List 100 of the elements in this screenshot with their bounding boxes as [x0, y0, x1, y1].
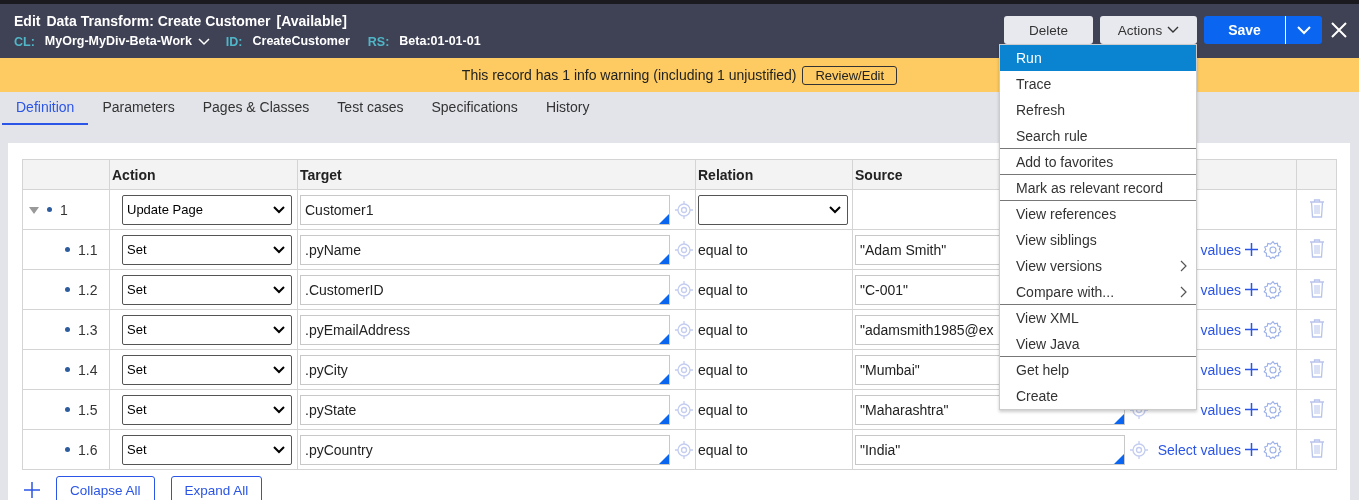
- delete-button[interactable]: Delete: [1004, 16, 1093, 44]
- crosshair-icon[interactable]: [675, 440, 693, 459]
- settings-icon[interactable]: [1263, 239, 1283, 260]
- settings-icon[interactable]: [1263, 359, 1283, 380]
- target-field[interactable]: .pyName: [300, 234, 670, 265]
- trash-icon[interactable]: [1308, 278, 1325, 298]
- bullet-icon: [65, 407, 70, 412]
- meta-label: CL:: [14, 34, 35, 49]
- action-select[interactable]: Set: [122, 274, 292, 305]
- relation-select[interactable]: [698, 194, 848, 225]
- warning-text: This record has 1 info warning (including 1 unjustified): [461, 67, 797, 83]
- tab[interactable]: Parameters: [88, 92, 189, 125]
- trash-icon[interactable]: [1308, 198, 1325, 218]
- review-edit-button[interactable]: Review/Edit: [802, 65, 898, 85]
- select-values-link[interactable]: values: [1200, 321, 1241, 338]
- tab[interactable]: History: [531, 92, 604, 125]
- outline-button[interactable]: Expand All: [170, 476, 263, 500]
- relation-text: equal to: [698, 401, 748, 418]
- trash-icon[interactable]: [1308, 318, 1325, 338]
- select-values-link[interactable]: values: [1200, 401, 1241, 418]
- crosshair-icon[interactable]: [675, 400, 693, 419]
- plus-icon[interactable]: [1245, 403, 1258, 416]
- menu-item[interactable]: View Java: [1000, 331, 1196, 357]
- chevron-down-icon[interactable]: [197, 37, 210, 46]
- relation-text: equal to: [698, 361, 748, 378]
- rule-title: Data Transform: Create Customer: [46, 13, 271, 29]
- bullet-icon: [65, 327, 70, 332]
- plus-icon[interactable]: [1245, 363, 1258, 376]
- target-field[interactable]: .pyCountry: [300, 434, 670, 465]
- trash-icon[interactable]: [1308, 398, 1325, 418]
- crosshair-icon[interactable]: [675, 360, 693, 379]
- menu-item[interactable]: Run: [1000, 45, 1196, 71]
- select-values-link[interactable]: Select values: [1157, 441, 1241, 458]
- action-select[interactable]: Set: [122, 394, 292, 425]
- crosshair-icon[interactable]: [675, 320, 693, 339]
- target-field[interactable]: .pyCity: [300, 354, 670, 385]
- menu-item[interactable]: Mark as relevant record: [1000, 175, 1196, 201]
- outline-button[interactable]: Collapse All: [56, 476, 155, 500]
- settings-icon[interactable]: [1263, 399, 1283, 420]
- select-values-link[interactable]: values: [1200, 281, 1241, 298]
- action-select[interactable]: Set: [122, 314, 292, 345]
- settings-icon[interactable]: [1263, 279, 1283, 300]
- caret-icon: [273, 405, 285, 414]
- target-field[interactable]: .pyState: [300, 394, 670, 425]
- crosshair-icon[interactable]: [1130, 440, 1148, 459]
- bullet-icon: [65, 247, 70, 252]
- tab[interactable]: Definition: [2, 92, 89, 125]
- bullet-icon: [47, 207, 52, 212]
- target-field[interactable]: .CustomerID: [300, 274, 670, 305]
- step-number: 1.2: [78, 281, 98, 298]
- plus-icon[interactable]: [1245, 443, 1258, 456]
- plus-icon[interactable]: [1245, 323, 1258, 336]
- chevron-down-icon: [1297, 25, 1311, 35]
- menu-item[interactable]: Search rule: [1000, 123, 1196, 149]
- caret-icon: [273, 325, 285, 334]
- settings-icon[interactable]: [1263, 319, 1283, 340]
- plus-icon[interactable]: [24, 482, 40, 498]
- plus-icon[interactable]: [1245, 243, 1258, 256]
- menu-item[interactable]: Compare with...: [1000, 279, 1196, 305]
- caret-icon: [829, 205, 841, 214]
- select-values-link[interactable]: values: [1200, 361, 1241, 378]
- source-field[interactable]: "India": [855, 434, 1125, 465]
- crosshair-icon[interactable]: [675, 240, 693, 259]
- step-number: 1.6: [78, 441, 98, 458]
- column-header: Target: [297, 159, 696, 190]
- target-field[interactable]: Customer1: [300, 194, 670, 225]
- expand-triangle-icon[interactable]: [29, 204, 39, 215]
- tab[interactable]: Specifications: [417, 92, 532, 125]
- action-select[interactable]: Set: [122, 234, 292, 265]
- caret-icon: [273, 205, 285, 214]
- trash-icon[interactable]: [1308, 438, 1325, 458]
- action-select[interactable]: Update Page: [122, 194, 292, 225]
- menu-item[interactable]: Refresh: [1000, 97, 1196, 123]
- plus-icon[interactable]: [1245, 283, 1258, 296]
- trash-icon[interactable]: [1308, 358, 1325, 378]
- settings-icon[interactable]: [1263, 439, 1283, 460]
- crosshair-icon[interactable]: [675, 200, 693, 219]
- column-header: Relation: [695, 159, 853, 190]
- target-field[interactable]: .pyEmailAddress: [300, 314, 670, 345]
- close-icon[interactable]: [1331, 22, 1347, 38]
- save-button[interactable]: Save: [1204, 16, 1285, 44]
- tab[interactable]: Test cases: [323, 92, 418, 125]
- bullet-icon: [65, 367, 70, 372]
- status-label: [Available]: [276, 13, 347, 29]
- chevron-down-icon: [1167, 26, 1180, 34]
- crosshair-icon[interactable]: [675, 280, 693, 299]
- menu-item[interactable]: Trace: [1000, 71, 1196, 97]
- relation-text: equal to: [698, 441, 748, 458]
- action-select[interactable]: Set: [122, 434, 292, 465]
- tab[interactable]: Pages & Classes: [188, 92, 324, 125]
- actions-button[interactable]: Actions: [1100, 16, 1197, 44]
- caret-icon: [273, 245, 285, 254]
- menu-item[interactable]: Add to favorites: [1000, 149, 1196, 175]
- action-select[interactable]: Set: [122, 354, 292, 385]
- trash-icon[interactable]: [1308, 238, 1325, 258]
- save-options-button[interactable]: [1285, 16, 1322, 44]
- relation-text: equal to: [698, 281, 748, 298]
- step-number: 1.3: [78, 321, 98, 338]
- step-number: 1.5: [78, 401, 98, 418]
- select-values-link[interactable]: values: [1200, 241, 1241, 258]
